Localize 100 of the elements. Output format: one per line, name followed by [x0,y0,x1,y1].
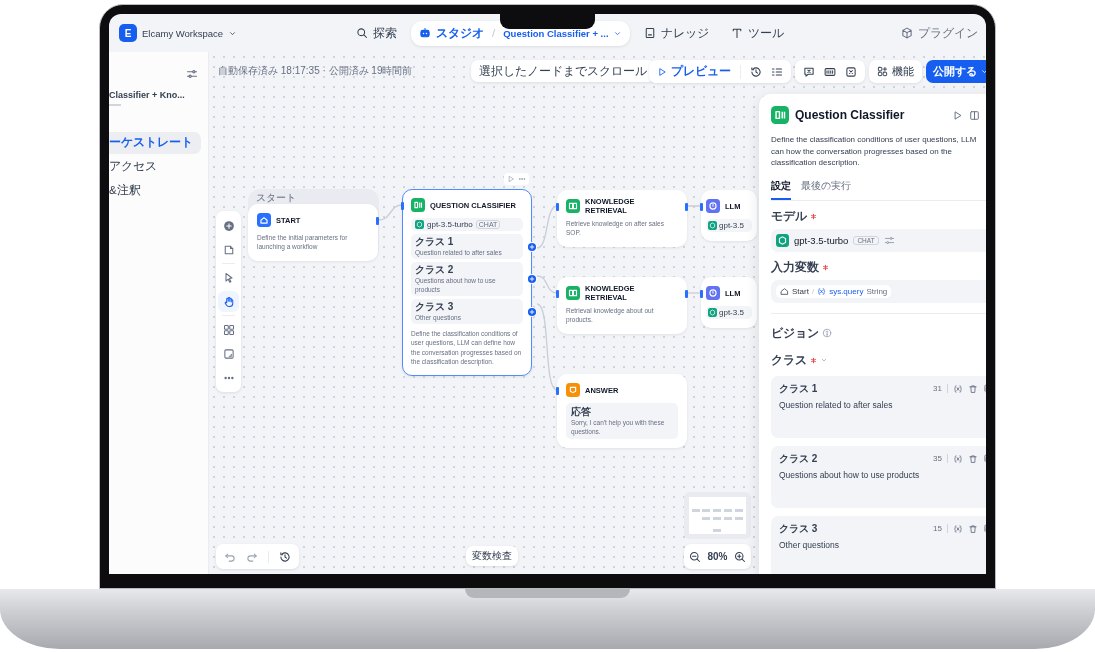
model-name: gpt-3.5-turbo [794,234,849,246]
nav-tab[interactable]: ナレッジ [635,20,717,46]
field-label: ビジョン [771,325,819,341]
nav-tab[interactable]: プラグイン [893,20,986,46]
class-text-input[interactable]: Questions about how to use products [779,469,986,480]
frame-icon [222,347,235,360]
sliders-icon[interactable] [883,234,895,246]
play-icon[interactable] [507,175,515,183]
help-icon[interactable] [822,328,832,339]
workspace-name[interactable]: Elcamy Workspace [142,27,224,39]
panel-description: Define the classification conditions of user questions, LLM can how the conversation progresses based on the classification description. [771,134,978,169]
node-handle[interactable] [376,217,379,225]
checklist-icon[interactable] [771,65,783,78]
tool-button[interactable] [218,291,239,312]
class-label: クラス 3 [415,301,455,313]
class-label: クラス 2 [415,264,455,276]
model-name: gpt-3.5 [719,221,744,230]
panel-tab[interactable]: 最後の実行 [801,178,851,200]
zoom-in-icon[interactable] [734,550,746,563]
home-icon [257,213,271,227]
trash-icon[interactable] [968,453,978,464]
cube-icon [901,27,913,39]
node-handle[interactable] [556,203,559,211]
add-icon[interactable] [527,274,537,284]
env-icon[interactable] [824,65,836,78]
node-handle[interactable] [401,202,404,210]
ring-icon [706,199,720,213]
more-icon[interactable] [518,175,526,183]
nav-tab[interactable]: 探索 [348,20,405,46]
character-count: 15 [933,524,948,534]
book-icon [566,286,580,300]
save-status: 自動保存済み 18:17:35 · 公開済み 19時間前 [218,64,413,78]
grid-plus-icon [877,66,888,77]
columns-icon[interactable] [969,109,980,121]
variable-icon [817,286,827,296]
character-count: 35 [933,454,948,464]
model-name: gpt-3.5-turbo [427,220,473,229]
redo-icon[interactable] [246,550,258,563]
panel-tab[interactable]: 設定 [771,178,791,200]
variable-chip[interactable]: Start / sys.query String [776,284,892,298]
app-switcher[interactable]: Question Classifier + ... [503,27,622,39]
history-icon[interactable] [279,550,291,563]
connector-line [686,205,702,207]
variable-icon[interactable] [953,523,963,534]
add-icon[interactable] [527,306,537,317]
variable-name: sys.query [829,286,864,296]
node-handle[interactable] [685,203,688,211]
home-icon [780,286,789,296]
sliders-icon[interactable] [186,68,198,80]
class-label: クラス 1 [779,381,818,396]
undo-icon[interactable] [224,550,236,563]
preview-button[interactable]: プレビュー [657,64,741,79]
node-handle[interactable] [700,203,703,211]
node-handle[interactable] [556,290,559,298]
app-title: Classifier + Kno... [109,90,186,100]
robot-icon [419,27,431,39]
sidebar-item[interactable]: &注釈 [109,179,201,202]
group-label: スタート [255,192,297,204]
panel-title: Question Classifier [795,108,905,122]
node-handle[interactable] [700,290,703,298]
variable-type: String [866,286,888,296]
class-text-input[interactable]: Question related to after sales [779,399,986,410]
zoom-out-icon[interactable] [689,550,701,563]
separator-text: / [492,27,496,39]
ring-icon [706,286,720,300]
nav-tab[interactable]: ツール [722,20,792,46]
publish-button[interactable]: 公開する [926,60,986,83]
model-logo-icon [776,233,789,247]
split-icon [771,106,789,124]
x-box-icon[interactable] [845,65,857,78]
class-label: クラス 2 [779,451,818,466]
variable-field[interactable]: Start / sys.query String [771,279,986,303]
sidebar-item[interactable]: アクセス [109,155,201,178]
model-logo-icon [415,220,424,229]
features-button[interactable]: 機能 [869,60,922,83]
node-handle[interactable] [556,387,559,395]
note-icon [222,243,235,256]
trash-icon[interactable] [968,523,978,534]
trash-icon[interactable] [968,383,978,394]
zoom-level: 80% [707,551,728,562]
minimap-drawing [684,492,751,539]
connector-line [378,204,403,221]
node-name: Start [792,286,809,296]
workspace-avatar[interactable]: E [119,24,137,42]
variable-inspect-button[interactable]: 変数検査 [466,546,518,566]
book-icon [643,27,656,39]
search-icon [356,27,368,39]
book-icon [566,199,580,213]
connector-line [536,275,558,294]
history-icon[interactable] [750,65,762,78]
play-icon[interactable] [952,109,963,121]
add-icon[interactable] [527,241,537,252]
field-label: 入力変数 [771,259,819,275]
model-logo-icon [708,221,717,230]
variable-icon[interactable] [953,383,963,394]
speech-bubble-icon[interactable] [803,65,815,78]
node-handle[interactable] [685,290,688,298]
class-text-input[interactable]: Other questions [779,539,986,550]
variable-icon[interactable] [953,453,963,464]
sidebar-item[interactable]: ーケストレート [109,131,201,154]
